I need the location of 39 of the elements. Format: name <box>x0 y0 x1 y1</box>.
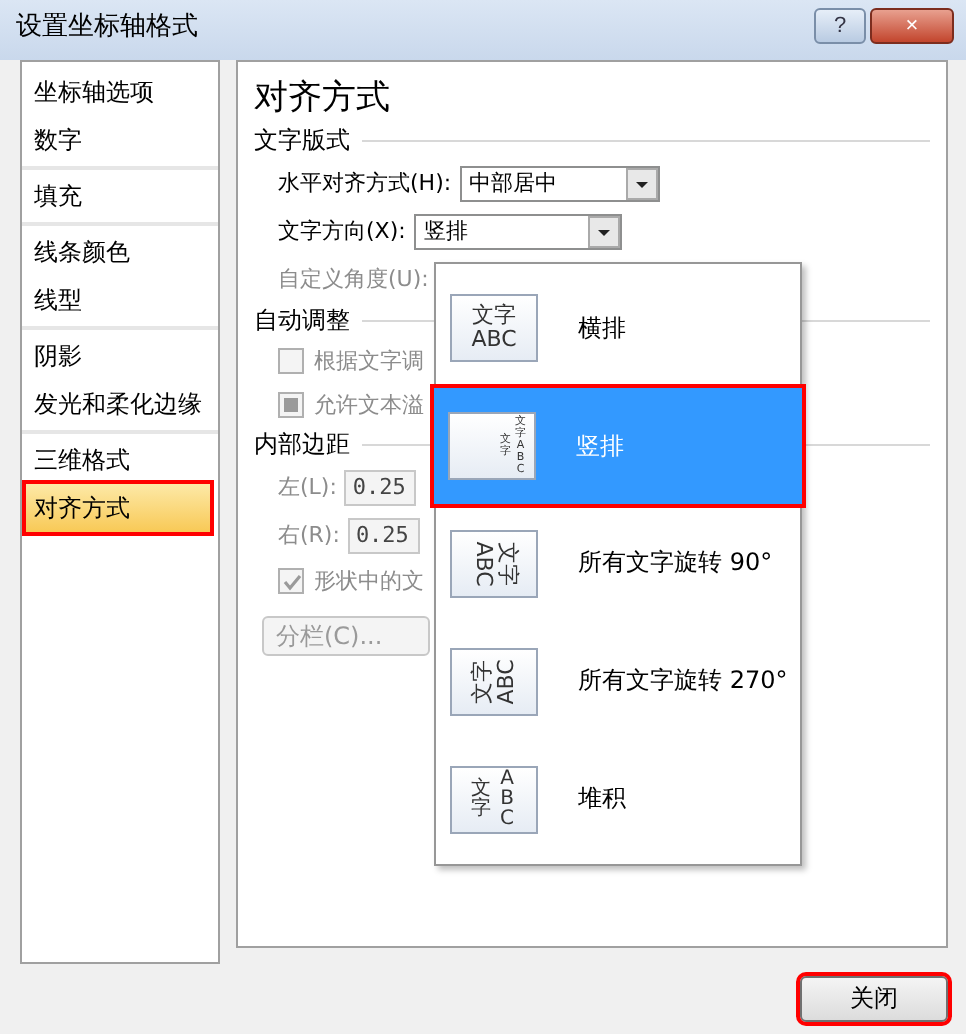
dropdown-caret-icon[interactable] <box>625 167 658 200</box>
checkbox-label: 允许文本溢 <box>314 390 424 421</box>
help-button[interactable]: ? <box>814 7 866 44</box>
checkbox[interactable] <box>278 568 304 595</box>
checkbox-label: 根据文字调 <box>314 346 424 377</box>
section-title: 对齐方式 <box>254 75 392 120</box>
sidebar-item[interactable]: 发光和柔化边缘 <box>26 379 210 428</box>
text-direction-icon: 文字 ABC <box>450 529 538 598</box>
field-label: 右(R): <box>278 520 340 551</box>
sidebar-item[interactable]: 坐标轴选项 <box>26 67 210 116</box>
dropdown-field[interactable]: 竖排 <box>413 213 622 250</box>
sidebar-item[interactable]: 填充 <box>26 171 210 220</box>
sidebar-item[interactable]: 线型 <box>26 275 210 324</box>
sidebar-item[interactable]: 线条颜色 <box>26 227 210 276</box>
field-label: 左(L): <box>278 472 337 503</box>
dropdown-field[interactable]: 中部居中 <box>459 165 660 202</box>
menu-item[interactable]: 文字 ABC 横排 <box>436 270 800 387</box>
sidebar-item[interactable]: 对齐方式 <box>26 483 210 532</box>
group-heading: 文字版式 <box>254 124 350 159</box>
sidebar-item[interactable]: 阴影 <box>26 331 210 380</box>
text-direction-icon: 文字 ABC <box>450 294 538 363</box>
field-label: 自定义角度(U): <box>278 264 429 295</box>
input-field[interactable]: 0.25 <box>344 469 417 506</box>
window-title: 设置坐标轴格式 <box>16 9 198 44</box>
close-button[interactable]: 关闭 <box>800 975 948 1022</box>
group-heading: 自动调整 <box>254 304 350 339</box>
dropdown-caret-icon[interactable] <box>587 215 620 248</box>
menu-item[interactable]: 文字 ABC 所有文字旋转 270° <box>436 623 800 740</box>
sidebar-item[interactable]: 数字 <box>26 115 210 164</box>
checkbox-label: 形状中的文 <box>314 566 424 597</box>
group-heading: 内部边距 <box>254 428 350 463</box>
input-field[interactable]: 0.25 <box>347 517 420 554</box>
field-label: 水平对齐方式(H): <box>278 168 452 199</box>
sidebar-item[interactable]: 三维格式 <box>26 435 210 484</box>
field-label: 文字方向(X): <box>278 216 406 247</box>
text-direction-icon: 文字 ABC <box>450 647 538 716</box>
checkbox[interactable] <box>278 392 304 419</box>
checkbox[interactable] <box>278 348 304 375</box>
menu-item[interactable]: 文字 ABC 所有文字旋转 90° <box>436 505 800 622</box>
